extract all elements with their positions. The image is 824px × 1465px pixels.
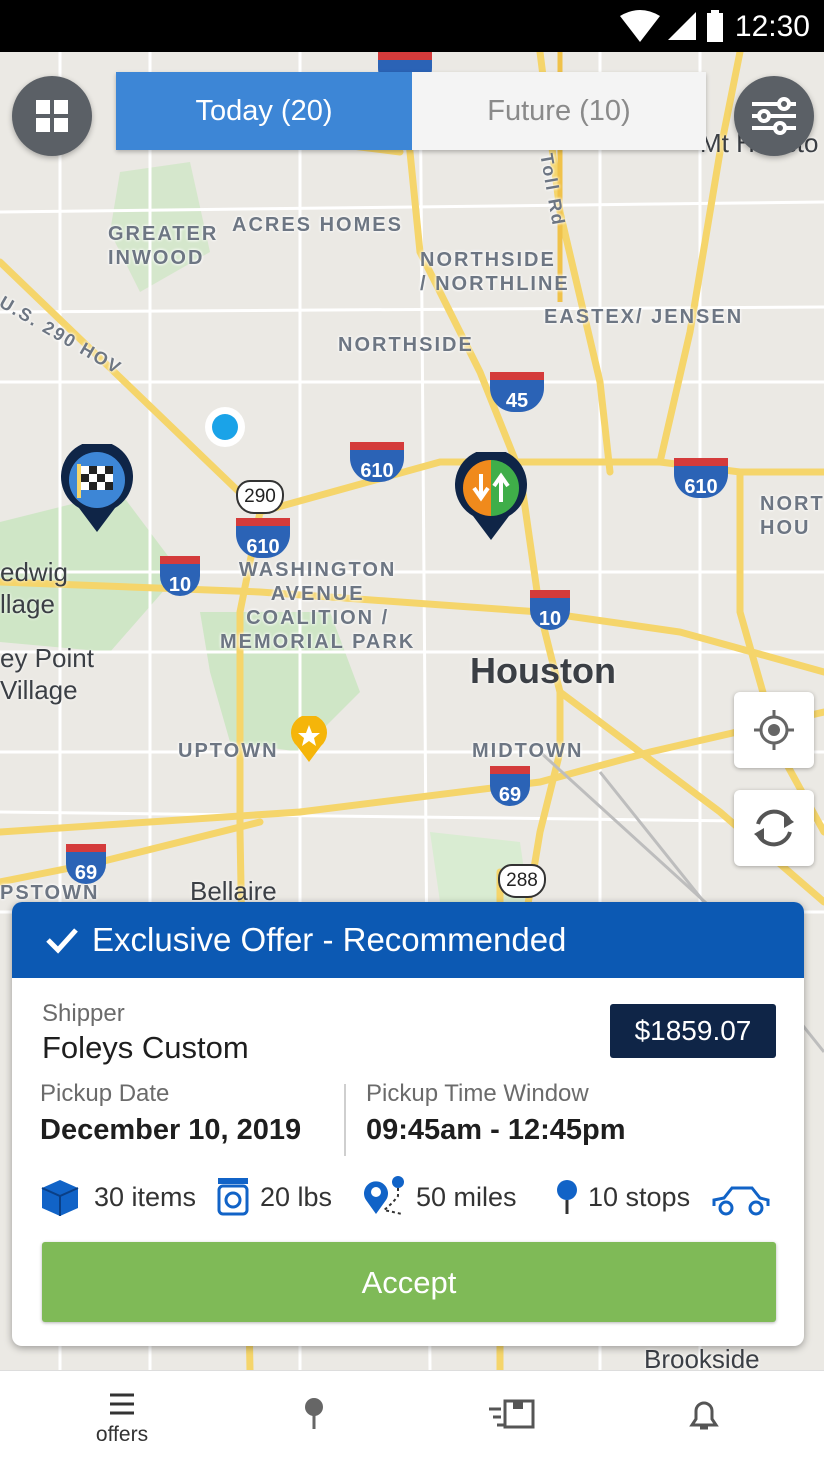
state-route-shield: 288 [498,864,546,898]
shipper-label: Shipper [42,1000,125,1027]
accept-button[interactable]: Accept [42,1242,776,1322]
items-count: 30 items [94,1182,197,1212]
battery-icon [707,10,723,42]
map-label: UPTOWN [178,740,279,762]
filter-button[interactable] [734,76,814,156]
refresh-button[interactable] [734,790,814,866]
city-label: Houston [470,650,616,691]
bottom-nav: offers [0,1370,824,1465]
grid-icon [36,100,68,132]
day-tabs: Today (20) Future (10) [116,72,706,150]
box-icon [41,1180,79,1216]
pickup-window: 09:45am - 12:45pm [366,1114,626,1146]
map-pin-icon [305,1398,323,1429]
tab-today[interactable]: Today (20) [116,72,412,150]
interstate-shield: 10 [530,590,570,630]
pin-icon [557,1180,577,1214]
map-label: edwig llage [0,557,68,619]
crosshair-icon [754,710,794,750]
map-label: Brookside [644,1344,760,1370]
wifi-icon [620,10,660,42]
pickup-date: December 10, 2019 [40,1114,302,1146]
list-icon [110,1393,134,1415]
refresh-icon [754,809,794,847]
map-label: GREATER INWOOD [108,223,219,269]
map-label: NORTHSIDE [338,334,474,356]
current-location-marker [205,407,245,447]
star-poi-icon [291,716,327,762]
recenter-button[interactable] [734,692,814,768]
map-label: WASHINGTON AVENUE COALITION / MEMORIAL P… [220,559,416,653]
us-route-shield: 290 [236,480,284,514]
map-label: EASTEX/ JENSEN [544,306,744,328]
clock: 12:30 [734,10,810,43]
destination-flag-marker[interactable] [59,444,135,534]
tab-future[interactable]: Future (10) [412,72,706,150]
dashboard-button[interactable] [12,76,92,156]
interstate-shield: 10 [160,556,200,596]
pickup-dropoff-marker[interactable] [453,452,529,542]
nav-loads[interactable] [452,1371,572,1465]
nav-map[interactable] [254,1371,374,1465]
status-bar: 12:30 [0,0,824,52]
stops-count: 10 stops [588,1182,691,1212]
map-label: ACRES HOMES [232,214,403,236]
map-label: NORT HOU [760,493,824,539]
interstate-shield: 69 [490,766,530,806]
route-icon [364,1176,404,1215]
offer-card[interactable]: Exclusive Offer - Recommended Shipper Fo… [12,902,804,1346]
car-icon [712,1186,770,1216]
interstate-shield: 69 [66,844,106,884]
nav-notifications[interactable] [644,1371,764,1465]
nav-offers-label: offers [95,1423,149,1446]
weight: 20 lbs [260,1182,333,1212]
offer-banner: Exclusive Offer - Recommended [12,902,804,978]
offer-banner-title: Exclusive Offer - Recommended [92,921,567,958]
delivery-box-icon [489,1399,535,1429]
distance: 50 miles [416,1182,517,1212]
price-badge: $1859.07 [610,1004,776,1058]
bell-icon [689,1401,719,1430]
sliders-icon [752,97,796,135]
scale-icon [217,1178,249,1216]
pickup-window-label: Pickup Time Window [366,1080,589,1107]
map-label: ey Point Village [0,643,94,705]
checkmark-icon [46,928,78,954]
pickup-date-label: Pickup Date [40,1080,170,1107]
signal-icon [668,12,696,40]
shipper-name: Foleys Custom [42,1030,249,1065]
divider [344,1084,346,1156]
map-label: MIDTOWN [472,740,584,762]
nav-offers[interactable]: offers [62,1371,182,1465]
map-label: NORTHSIDE / NORTHLINE [420,249,570,295]
